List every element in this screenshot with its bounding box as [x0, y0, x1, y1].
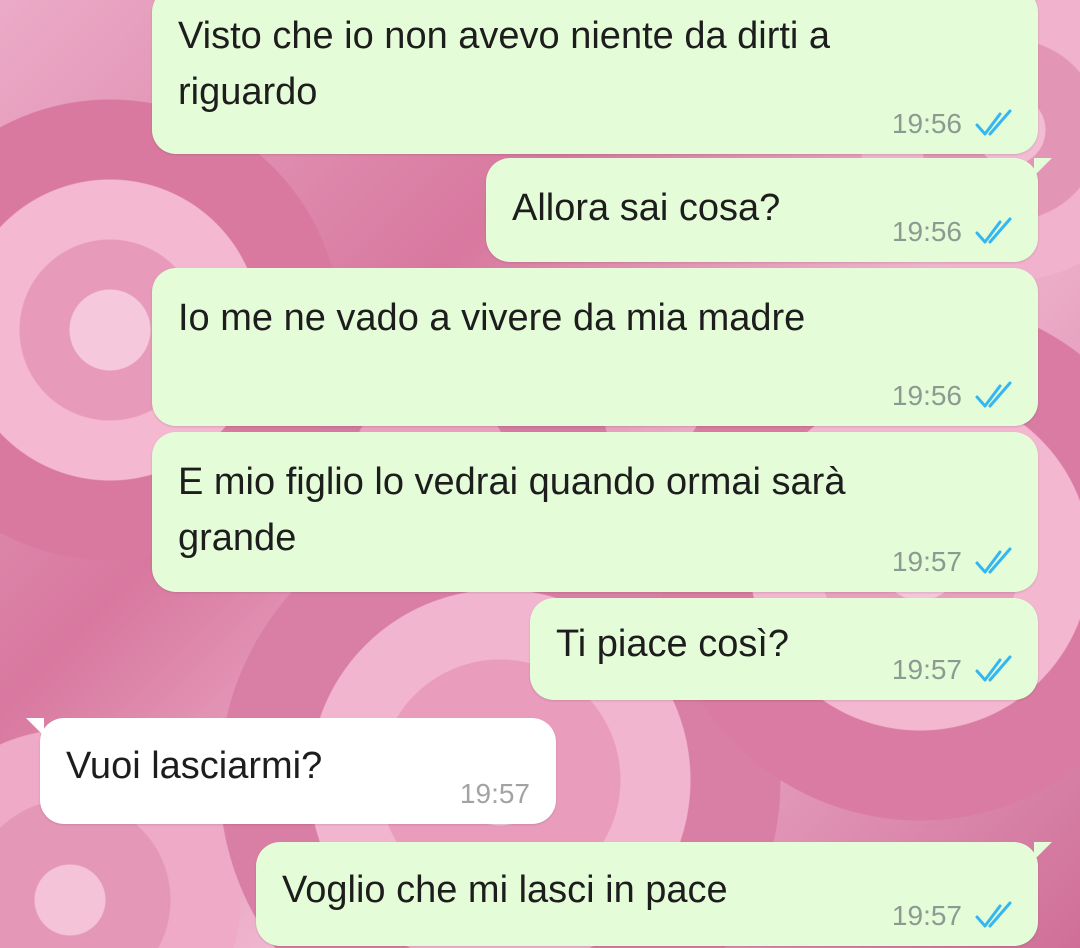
message-text: Io me ne vado a vivere da mia madre	[178, 297, 806, 339]
message-timestamp: 19:56	[891, 216, 962, 247]
message-text: Visto che io non avevo niente da dirti a…	[178, 15, 831, 113]
message-timestamp: 19:57	[891, 546, 962, 577]
message-timestamp: 19:57	[459, 778, 530, 809]
message-bubble-incoming[interactable]: Vuoi lasciarmi? 19:57	[26, 718, 556, 824]
bubble-tail	[26, 718, 44, 736]
message-bubble[interactable]: Voglio che mi lasci in pace 19:57	[256, 842, 1052, 946]
bubble-tail	[1034, 842, 1052, 860]
double-check-icon	[975, 109, 1012, 136]
bubble-tail	[1034, 158, 1052, 176]
double-check-icon	[975, 547, 1012, 574]
message-bubble[interactable]: Ti piace così? 19:57	[530, 598, 1038, 700]
message-timestamp: 19:57	[891, 900, 962, 931]
message-timestamp: 19:56	[891, 108, 962, 139]
message-bubble[interactable]: Io me ne vado a vivere da mia madre 19:5…	[152, 268, 1038, 426]
double-check-icon	[975, 655, 1012, 682]
message-bubble[interactable]: E mio figlio lo vedrai quando ormai sarà…	[152, 432, 1038, 592]
message-bubble[interactable]: Allora sai cosa? 19:56	[486, 158, 1052, 262]
message-timestamp: 19:56	[891, 380, 962, 411]
message-text: E mio figlio lo vedrai quando ormai sarà…	[178, 461, 846, 559]
message-bubble[interactable]: Visto che io non avevo niente da dirti a…	[152, 0, 1038, 154]
double-check-icon	[975, 381, 1012, 408]
message-timestamp: 19:57	[891, 654, 962, 685]
double-check-icon	[975, 901, 1012, 928]
double-check-icon	[975, 217, 1012, 244]
